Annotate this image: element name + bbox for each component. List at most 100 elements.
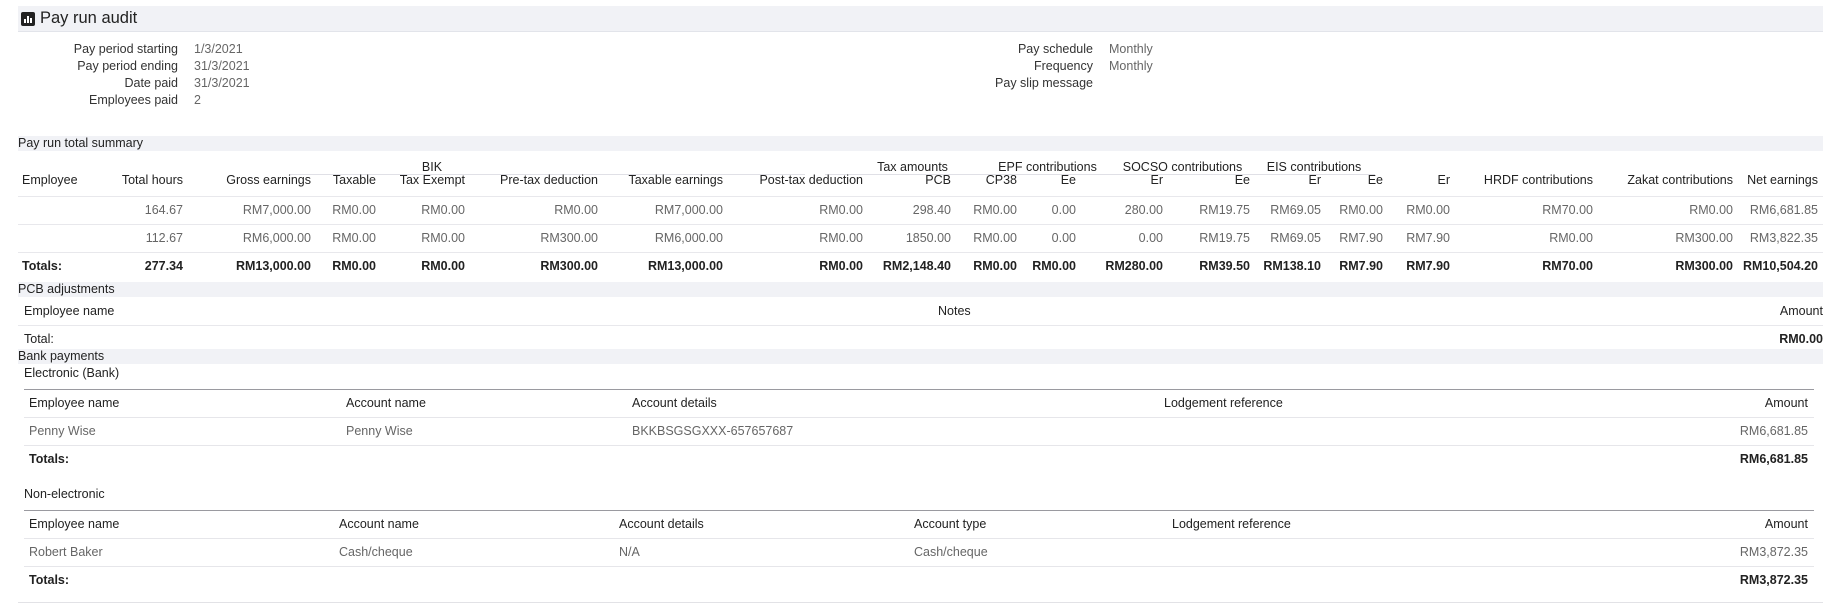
- employee-name: Penny Wise: [29, 424, 96, 438]
- total-pcb: RM2,148.40: [882, 259, 951, 273]
- cell-employee: [22, 197, 92, 224]
- account-name: Penny Wise: [346, 424, 413, 438]
- summary-totals-row: Totals: 277.34 RM13,000.00 RM0.00 RM0.00 RM30…: [18, 252, 1823, 280]
- col-bik-taxable: Taxable: [332, 173, 376, 187]
- amount: RM6,681.85: [1739, 424, 1808, 438]
- col-pcb: PCB: [925, 173, 951, 187]
- meta-value: Monthly: [1109, 59, 1153, 73]
- cell-bik-taxable: RM0.00: [332, 203, 376, 217]
- col-epf-er: Er: [1150, 173, 1164, 187]
- col-total-hours: Total hours: [121, 173, 183, 187]
- col-cp38: CP38: [985, 173, 1017, 187]
- cell-eis-ee: RM7.90: [1339, 231, 1383, 245]
- meta-value: 1/3/2021: [194, 42, 243, 56]
- cell-bik-tax-exempt: RM0.00: [421, 231, 465, 245]
- col-account-name: Account name: [346, 396, 426, 410]
- pcb-section-title: PCB adjustments: [18, 282, 1823, 297]
- cell-net-earnings: RM6,681.85: [1749, 203, 1818, 217]
- account-details: N/A: [619, 545, 640, 559]
- total-eis-er: RM7.90: [1406, 259, 1450, 273]
- cell-eis-ee: RM0.00: [1339, 203, 1383, 217]
- cell-epf-er: 0.00: [1138, 231, 1163, 245]
- account-name: Cash/cheque: [339, 545, 413, 559]
- col-employee-name: Employee name: [29, 396, 120, 410]
- col-bik-tax-exempt: Tax Exempt: [399, 173, 465, 187]
- total-epf-er: RM280.00: [1105, 259, 1163, 273]
- col-account-name: Account name: [339, 517, 419, 531]
- cell-net-earnings: RM3,822.35: [1749, 231, 1818, 245]
- meta-value: 31/3/2021: [194, 59, 250, 73]
- cell-pcb: 1850.00: [905, 231, 951, 245]
- total-post-tax-deduction: RM0.00: [819, 259, 863, 273]
- meta-row: Pay schedule Monthly: [880, 42, 1153, 59]
- col-account-type: Account type: [914, 517, 987, 531]
- meta-row: Pay period ending 31/3/2021: [18, 59, 250, 76]
- cell-taxable-earnings: RM7,000.00: [654, 203, 723, 217]
- cell-post-tax-deduction: RM0.00: [819, 231, 863, 245]
- col-employee: Employee: [22, 173, 78, 187]
- pay-schedule-details: Pay schedule Monthly Frequency Monthly Pay…: [880, 42, 1153, 93]
- meta-row: Pay period starting 1/3/2021: [18, 42, 250, 59]
- account-type: Cash/cheque: [914, 545, 988, 559]
- non-electronic-totals-row: Totals: RM3,872.35: [24, 567, 1814, 594]
- electronic-bank-table: Employee name Account name Account detai…: [24, 389, 1814, 473]
- col-lodgement-reference: Lodgement reference: [1172, 517, 1291, 531]
- total-socso-er: RM138.10: [1263, 259, 1321, 273]
- total-zakat-contributions: RM300.00: [1675, 259, 1733, 273]
- col-post-tax-deduction: Post-tax deduction: [759, 173, 863, 187]
- col-net-earnings: Net earnings: [1747, 173, 1818, 187]
- col-eis-ee: Ee: [1367, 173, 1383, 187]
- col-eis-er: Er: [1437, 173, 1451, 187]
- cell-socso-er: RM69.05: [1270, 203, 1321, 217]
- summary-table: Employee Total hours Gross earnings Taxable…: [18, 165, 1823, 280]
- table-row: 164.67 RM7,000.00 RM0.00 RM0.00 RM0.00 RM7,00…: [18, 196, 1823, 224]
- account-details: BKKBSGSGXXX-657657687: [632, 424, 794, 438]
- non-electronic-table: Employee name Account name Account detai…: [24, 510, 1814, 594]
- total-employee: Totals:: [22, 259, 63, 273]
- cell-eis-er: RM0.00: [1406, 203, 1450, 217]
- pcb-header-row: Employee name Notes Amount: [18, 298, 1823, 326]
- col-account-details: Account details: [632, 396, 717, 410]
- col-notes: Notes: [938, 304, 971, 318]
- cell-zakat-contributions: RM0.00: [1689, 203, 1733, 217]
- meta-row: Employees paid 2: [18, 93, 250, 110]
- col-amount: Amount: [1779, 304, 1823, 318]
- col-lodgement-reference: Lodgement reference: [1164, 396, 1283, 410]
- total-taxable-earnings: RM13,000.00: [647, 259, 723, 273]
- meta-row: Date paid 31/3/2021: [18, 76, 249, 93]
- employee-name: Robert Baker: [29, 545, 103, 559]
- meta-label: Frequency: [1033, 59, 1093, 73]
- cell-cp38: RM0.00: [973, 231, 1017, 245]
- cell-zakat-contributions: RM300.00: [1675, 231, 1733, 245]
- col-account-details: Account details: [619, 517, 704, 531]
- meta-label: Employees paid: [89, 93, 178, 107]
- cell-gross-earnings: RM6,000.00: [242, 231, 311, 245]
- total-label: Totals:: [29, 452, 70, 466]
- table-row: Penny Wise Penny Wise BKKBSGSGXXX-657657…: [24, 418, 1814, 446]
- summary-header-row: Employee Total hours Gross earnings Taxable…: [18, 165, 1823, 196]
- total-value: RM3,872.35: [1739, 573, 1808, 587]
- col-socso-ee: Ee: [1234, 173, 1250, 187]
- table-row: Robert Baker Cash/cheque N/A Cash/cheque…: [24, 539, 1814, 567]
- meta-row: Pay slip message: [880, 76, 1153, 93]
- cell-socso-er: RM69.05: [1270, 231, 1321, 245]
- cell-cp38: RM0.00: [973, 203, 1017, 217]
- total-label: Totals:: [29, 573, 70, 587]
- col-epf-ee: Ee: [1060, 173, 1076, 187]
- meta-label: Date paid: [124, 76, 178, 90]
- amount: RM3,872.35: [1739, 545, 1808, 559]
- total-pre-tax-deduction: RM300.00: [540, 259, 598, 273]
- col-socso-er: Er: [1308, 173, 1322, 187]
- col-amount: Amount: [1764, 517, 1808, 531]
- total-total-hours: 277.34: [144, 259, 183, 273]
- cell-pcb: 298.40: [912, 203, 951, 217]
- meta-label: Pay slip message: [995, 76, 1093, 90]
- total-cp38: RM0.00: [973, 259, 1017, 273]
- page-title: Pay run audit: [40, 9, 138, 27]
- page-header: Pay run audit: [18, 6, 1823, 32]
- cell-taxable-earnings: RM6,000.00: [654, 231, 723, 245]
- col-pre-tax-deduction: Pre-tax deduction: [500, 173, 598, 187]
- bank-section-title: Bank payments: [18, 349, 1823, 364]
- cell-bik-tax-exempt: RM0.00: [421, 203, 465, 217]
- cell-bik-taxable: RM0.00: [332, 231, 376, 245]
